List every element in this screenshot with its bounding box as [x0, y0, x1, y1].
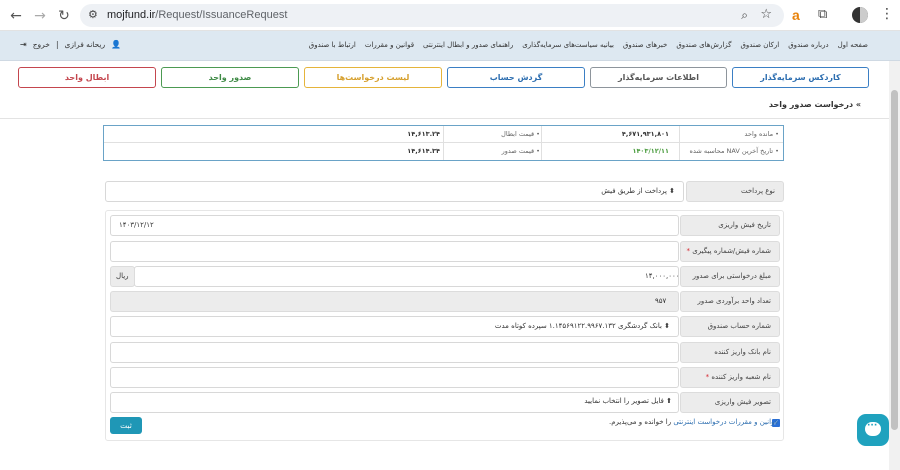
- chat-button[interactable]: [857, 414, 889, 446]
- receipt-image-label: تصویر فیش واریزی: [680, 392, 780, 413]
- issue-price-label: • قیمت صدور: [501, 147, 540, 155]
- forward-icon[interactable]: →: [32, 8, 48, 24]
- column-divider: [443, 126, 444, 160]
- remaining-units-value: ۴,۶۷۱,۹۳۱,۸۰۱: [621, 130, 669, 138]
- submit-button[interactable]: ثبت: [110, 417, 142, 434]
- tab-cancel-unit[interactable]: ابطال واحد: [18, 67, 156, 88]
- chat-icon: [865, 421, 881, 436]
- scrollbar-thumb[interactable]: [891, 90, 898, 430]
- tab-kardex[interactable]: کاردکس سرمایه‌گذار: [732, 67, 869, 88]
- menu-item-rules[interactable]: قوانین و مقررات: [365, 41, 414, 49]
- user-name[interactable]: ریحانه فرازی: [64, 40, 105, 49]
- cancel-price-label: • قیمت ابطال: [501, 130, 540, 138]
- upload-prompt[interactable]: ⬆ فایل تصویر را انتخاب نمایید: [584, 391, 672, 412]
- profile-avatar[interactable]: [852, 7, 868, 23]
- column-divider: [679, 126, 680, 160]
- terms-link[interactable]: قوانین و مقررات درخواست اینترنتی: [673, 418, 778, 426]
- page-title: » درخواست صدور واحد: [768, 100, 861, 109]
- browser-toolbar: ← → ↻ ⚙ mojfund.ir/Request/IssuanceReque…: [0, 0, 900, 31]
- tab-bar: کاردکس سرمایه‌گذار اطلاعات سرمایه‌گذار گ…: [0, 61, 889, 119]
- payment-type-value: ⬍ پرداخت از طریق فیش: [601, 187, 675, 195]
- tracking-number-field[interactable]: [110, 241, 679, 262]
- amount-label: مبلغ درخواستی برای صدور: [680, 266, 780, 287]
- user-area: 👤 ریحانه فرازی | خروج ⇥: [20, 40, 121, 49]
- currency-addon: ریال: [110, 266, 135, 287]
- receipt-date-field[interactable]: ۱۴۰۳/۱۲/۱۲: [110, 215, 679, 236]
- site-header: صفحه اول درباره صندوق ارکان صندوق گزارش‌…: [0, 31, 900, 61]
- zoom-icon[interactable]: ⌕: [741, 8, 748, 23]
- menu-item-policy[interactable]: بیانیه سیاست‌های سرمایه‌گذاری: [522, 41, 614, 49]
- depositor-branch-field[interactable]: [110, 367, 679, 388]
- reload-icon[interactable]: ↻: [56, 8, 72, 24]
- menu-item-contact[interactable]: ارتباط با صندوق: [309, 41, 356, 49]
- depositor-bank-field[interactable]: [110, 342, 679, 363]
- column-divider: [541, 126, 542, 160]
- logout-link[interactable]: خروج: [33, 40, 50, 49]
- bookmark-star-icon[interactable]: ☆: [760, 7, 772, 22]
- menu-item-guide[interactable]: راهنمای صدور و ابطال اینترنتی: [423, 41, 513, 49]
- payment-type-select[interactable]: ⬍ پرداخت از طریق فیش: [105, 181, 684, 202]
- tab-investor-info[interactable]: اطلاعات سرمایه‌گذار: [590, 67, 727, 88]
- tab-requests-list[interactable]: لیست درخواست‌ها: [304, 67, 442, 88]
- menu-item-news[interactable]: خبرهای صندوق: [623, 41, 667, 49]
- tracking-number-label: شماره فیش/شماره پیگیری *: [680, 241, 780, 262]
- depositor-bank-label: نام بانک واریز کننده: [680, 342, 780, 363]
- fund-account-value: ⬍ بانک گردشگری ۱.۱۴۵۶۹۱۲۲.۹۹۶۷.۱۳۲ سپرده…: [494, 322, 670, 330]
- estimated-units-label: تعداد واحد برآوردی صدور: [680, 291, 780, 312]
- address-bar[interactable]: ⚙ mojfund.ir/Request/IssuanceRequest ⌕ ☆: [80, 4, 784, 27]
- fund-info-table: • مانده واحد ۴,۶۷۱,۹۳۱,۸۰۱ • قیمت ابطال …: [103, 125, 784, 161]
- estimated-units-field: ۹۵۷: [110, 291, 679, 312]
- main-menu: صفحه اول درباره صندوق ارکان صندوق گزارش‌…: [309, 41, 868, 49]
- payment-type-label: نوع پرداخت: [686, 181, 784, 202]
- extension-a-icon[interactable]: a: [792, 8, 806, 22]
- tab-issue-unit[interactable]: صدور واحد: [161, 67, 299, 88]
- user-icon: 👤: [111, 40, 122, 49]
- upload-icon: ⬆: [666, 397, 672, 405]
- receipt-image-upload[interactable]: ⬆ فایل تصویر را انتخاب نمایید: [110, 392, 679, 413]
- receipt-date-label: تاریخ فیش واریزی: [680, 215, 780, 236]
- browser-menu-icon[interactable]: ⋮: [880, 6, 894, 22]
- menu-item-reports[interactable]: گزارش‌های صندوق: [676, 41, 731, 49]
- menu-item-home[interactable]: صفحه اول: [838, 41, 868, 49]
- amount-field[interactable]: ۱۴,۰۰۰,۰۰۰: [134, 266, 680, 287]
- amount-value: ۱۴,۰۰۰,۰۰۰: [645, 272, 680, 280]
- nav-date-label: • تاریخ آخرین NAV محاسبه شده: [689, 147, 779, 155]
- logout-icon[interactable]: ⇥: [20, 40, 27, 49]
- extensions-puzzle-icon[interactable]: ⧉: [818, 7, 827, 22]
- user-separator: |: [55, 40, 59, 49]
- issue-price-value: ۱۴,۶۱۴.۳۴: [407, 147, 440, 155]
- fund-account-select[interactable]: ⬍ بانک گردشگری ۱.۱۴۵۶۹۱۲۲.۹۹۶۷.۱۳۲ سپرده…: [110, 316, 679, 337]
- cancel-price-value: ۱۴,۶۱۳.۲۴: [407, 130, 440, 138]
- nav-date-value: ۱۴۰۳/۱۲/۱۱: [632, 147, 670, 155]
- menu-item-pillars[interactable]: ارکان صندوق: [740, 41, 779, 49]
- estimated-units-value: ۹۵۷: [655, 297, 667, 305]
- back-icon[interactable]: ←: [8, 8, 24, 24]
- currency-label: ریال: [116, 272, 129, 280]
- tab-account-turnover[interactable]: گردش حساب: [447, 67, 585, 88]
- receipt-date-value: ۱۴۰۳/۱۲/۱۲: [119, 221, 154, 229]
- remaining-units-label: • مانده واحد: [744, 130, 779, 138]
- depositor-branch-label: نام شعبه واریز کننده *: [680, 367, 780, 388]
- url-text: mojfund.ir/Request/IssuanceRequest: [107, 9, 288, 21]
- fund-account-label: شماره حساب صندوق: [680, 316, 780, 337]
- terms-text: قوانین و مقررات درخواست اینترنتی را خوان…: [608, 418, 778, 426]
- menu-item-about[interactable]: درباره صندوق: [788, 41, 828, 49]
- site-settings-icon[interactable]: ⚙: [88, 8, 98, 21]
